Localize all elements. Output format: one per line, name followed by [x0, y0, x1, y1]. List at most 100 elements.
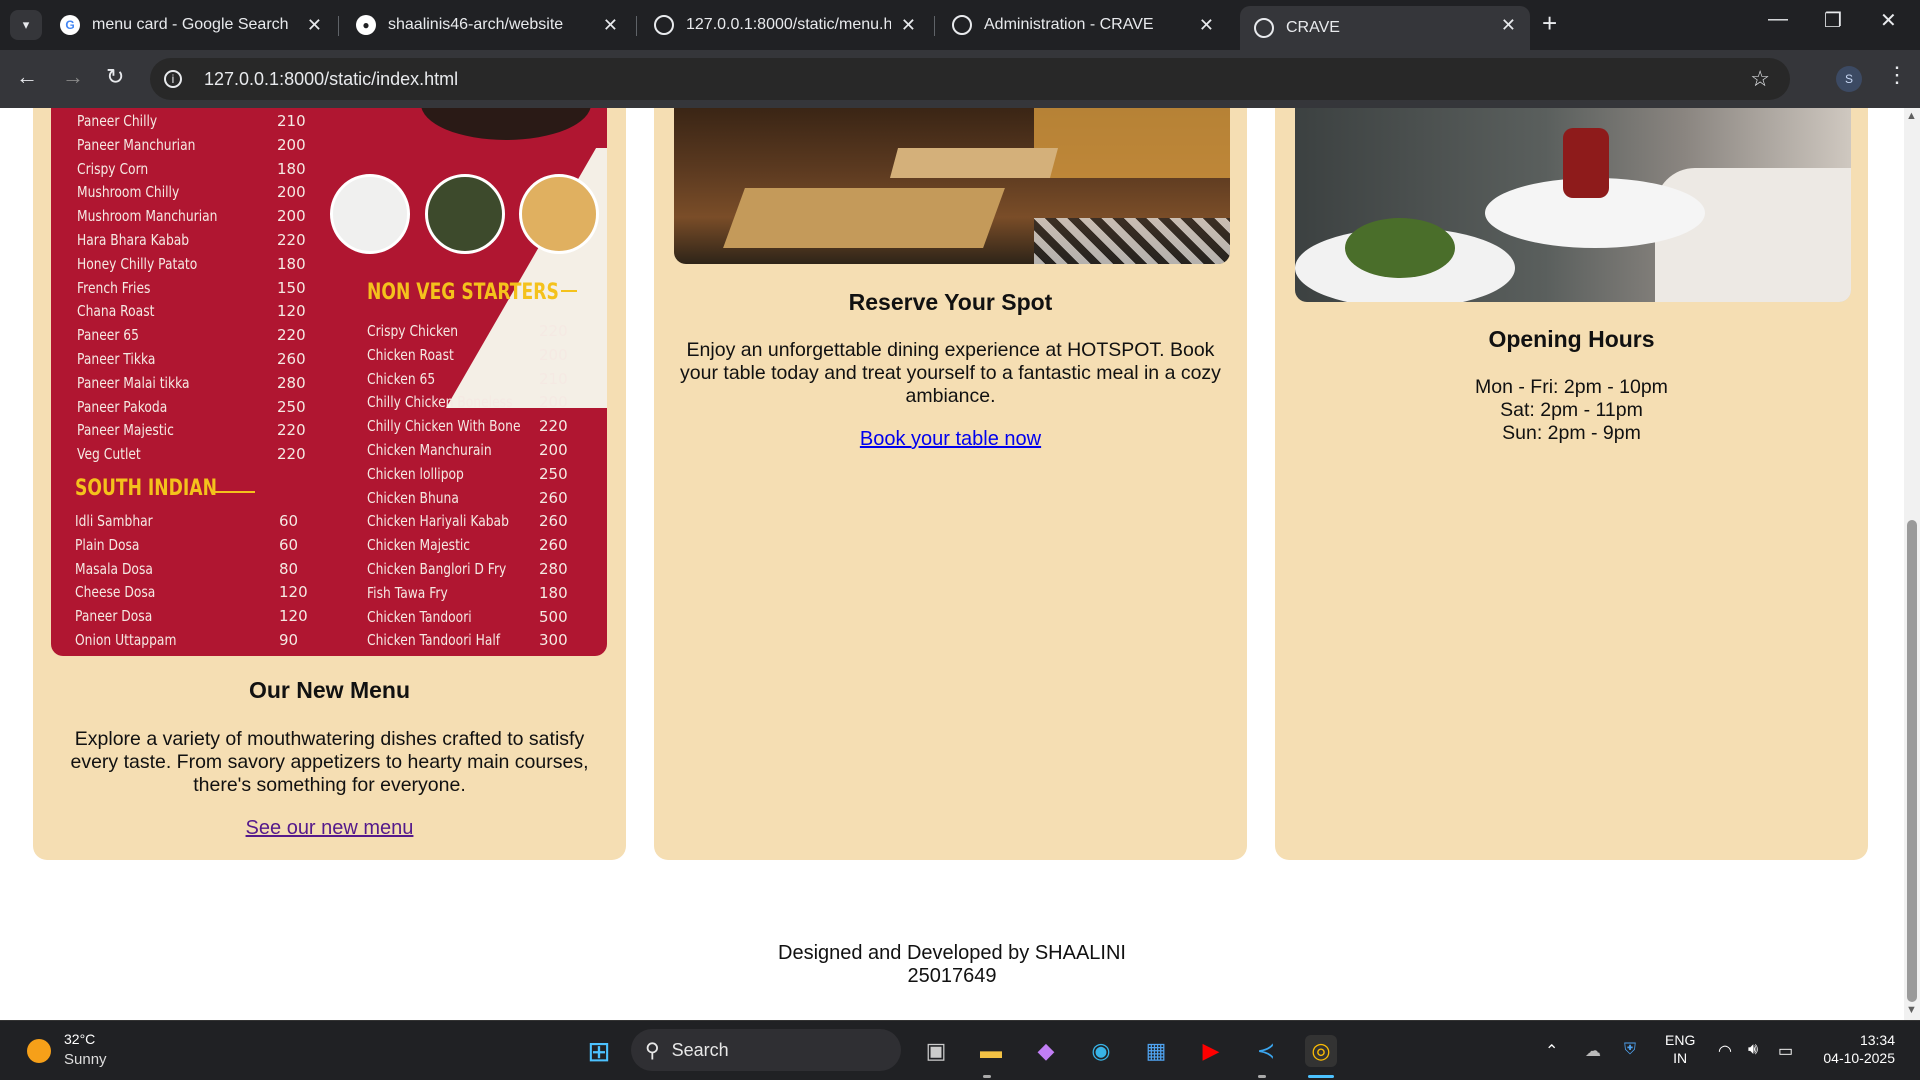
close-icon[interactable]: ✕ — [1199, 15, 1214, 36]
youtube-icon[interactable]: ▶ — [1195, 1035, 1227, 1067]
menu-item-name: Chicken Manchurain — [367, 441, 492, 459]
active-indicator — [1308, 1075, 1334, 1078]
microsoft-store-icon[interactable]: ▦ — [1140, 1035, 1172, 1067]
running-indicator — [983, 1075, 991, 1078]
menu-item-name: Veg Cutlet — [77, 445, 141, 464]
menu-item-price: 260 — [539, 512, 568, 531]
onedrive-icon[interactable]: ☁ — [1585, 1041, 1601, 1061]
new-tab-button[interactable]: + — [1542, 8, 1557, 39]
page-scrollbar[interactable]: ▲ ▼ — [1904, 108, 1920, 1020]
weather-temperature[interactable]: 32°C — [64, 1031, 95, 1047]
menu-item-name: Chicken Banglori D Fry — [367, 560, 507, 578]
volume-icon[interactable]: 🔊︎ — [1748, 1041, 1758, 1059]
reserve-card-text: Enjoy an unforgettable dining experience… — [680, 339, 1221, 407]
server-photo — [1295, 108, 1851, 302]
menu-card-image: Paneer Chilly 210 Paneer Manchurian 200 Cris… — [51, 108, 607, 656]
restore-icon[interactable]: ❐ — [1824, 8, 1842, 33]
weather-description[interactable]: Sunny — [64, 1051, 107, 1068]
close-window-icon[interactable]: ✕ — [1880, 8, 1897, 33]
menu-item-price: 260 — [539, 488, 568, 507]
menu-item-name: Paneer Chilly — [77, 112, 158, 130]
menu-card: Paneer Chilly 210 Paneer Manchurian 200 Cris… — [33, 108, 626, 860]
windows-start-icon[interactable]: ⊞ — [583, 1035, 615, 1067]
close-icon[interactable]: ✕ — [1501, 15, 1516, 36]
tab-administration[interactable]: Administration - CRAVE ✕ — [938, 6, 1228, 44]
menu-item-price: 260 — [277, 350, 306, 368]
scrollbar-thumb[interactable] — [1907, 520, 1917, 1002]
search-icon: ⚲ — [645, 1039, 660, 1062]
menu-item-price: 300 — [539, 631, 568, 650]
clock-time: 13:34 — [1859, 1032, 1895, 1048]
book-table-link[interactable]: Book your table now — [654, 428, 1247, 451]
tab-divider — [934, 16, 935, 36]
table-shape — [889, 148, 1059, 178]
tab-menu-page[interactable]: 127.0.0.1:8000/static/menu.htm ✕ — [640, 6, 930, 44]
tray-overflow-chevron-icon[interactable]: ⌃ — [1545, 1041, 1558, 1061]
tab-crave-active[interactable]: CRAVE ✕ — [1240, 6, 1530, 50]
menu-item-price: 210 — [277, 112, 306, 130]
scroll-down-arrow-icon[interactable]: ▼ — [1906, 1004, 1917, 1016]
scroll-up-arrow-icon[interactable]: ▲ — [1906, 110, 1917, 122]
menu-item-name: Masala Dosa — [75, 559, 153, 578]
address-bar[interactable]: i 127.0.0.1:8000/static/index.html ☆ — [150, 58, 1790, 100]
tab-title: Administration - CRAVE — [984, 16, 1154, 33]
menu-item-price: 210 — [539, 369, 568, 388]
window-light — [1034, 108, 1230, 178]
menu-item-name: Chilly Chicken With Bone — [367, 417, 521, 436]
file-explorer-icon[interactable]: ▬ — [975, 1035, 1007, 1067]
menu-item-name: Paneer Majestic — [77, 421, 174, 440]
edge-icon[interactable]: ◉ — [1085, 1035, 1117, 1067]
menu-card-text: Explore a variety of mouthwatering dishe… — [70, 728, 589, 796]
heading-rule — [211, 491, 255, 493]
menu-item-price: 260 — [539, 536, 568, 555]
tab-github[interactable]: ● shaalinis46-arch/website ✕ — [342, 6, 632, 44]
minimize-icon[interactable]: — — [1768, 8, 1788, 31]
language-indicator[interactable]: ENG IN — [1665, 1031, 1695, 1067]
dessert-shape — [1563, 128, 1609, 198]
menu-item-price: 80 — [279, 559, 299, 578]
copilot-icon[interactable]: ◆ — [1030, 1035, 1062, 1067]
forward-icon[interactable]: → — [62, 64, 84, 90]
back-icon[interactable]: ← — [16, 64, 38, 90]
reload-icon[interactable]: ↻ — [106, 64, 124, 90]
close-icon[interactable]: ✕ — [901, 15, 916, 36]
url-text[interactable]: 127.0.0.1:8000/static/index.html — [204, 69, 458, 90]
chrome-icon[interactable]: ◎ — [1305, 1035, 1337, 1067]
task-view-icon[interactable]: ▣ — [920, 1035, 952, 1067]
server-arm — [1655, 168, 1851, 302]
menu-item-name: Chicken Tandoori Half — [367, 631, 501, 650]
menu-item-price: 180 — [277, 254, 306, 273]
menu-item-name: Mushroom Chilly — [77, 183, 180, 202]
site-info-icon[interactable]: i — [164, 70, 182, 88]
menu-item-name: Paneer Malai tikka — [77, 373, 190, 392]
menu-item-name: Chicken lollipop — [367, 464, 464, 483]
see-new-menu-link[interactable]: See our new menu — [33, 817, 626, 840]
taskbar-search[interactable]: ⚲ Search — [631, 1029, 901, 1071]
globe-icon — [952, 15, 972, 35]
menu-item-price: 120 — [277, 302, 306, 321]
taskbar-clock[interactable]: 13:34 04-10-2025 — [1815, 1031, 1895, 1067]
close-icon[interactable]: ✕ — [603, 15, 618, 36]
menu-item-name: Chicken Tandoori — [367, 607, 472, 626]
menu-item-price: 220 — [277, 445, 306, 464]
menu-item-price: 280 — [539, 560, 568, 578]
wifi-icon[interactable]: ◠ — [1718, 1041, 1732, 1061]
tab-strip: ▾ G menu card - Google Search ✕ ● shaali… — [0, 0, 1920, 50]
close-icon[interactable]: ✕ — [307, 15, 322, 36]
sun-icon[interactable] — [27, 1039, 51, 1063]
tab-google-search[interactable]: G menu card - Google Search ✕ — [46, 6, 336, 44]
browser-menu-icon[interactable]: ⋮ — [1886, 62, 1908, 88]
menu-item-price: 220 — [277, 421, 306, 440]
battery-icon[interactable]: ▭ — [1778, 1041, 1793, 1061]
hours-line: Mon - Fri: 2pm - 10pm — [1475, 376, 1668, 398]
clock-date: 04-10-2025 — [1823, 1050, 1895, 1066]
vscode-icon[interactable]: ≺ — [1250, 1035, 1282, 1067]
menu-item-name: Paneer Pakoda — [77, 397, 168, 416]
menu-item-name: French Fries — [77, 278, 151, 297]
menu-item-price: 250 — [539, 464, 568, 483]
bookmark-star-icon[interactable]: ☆ — [1750, 66, 1770, 92]
profile-avatar[interactable]: S — [1836, 66, 1862, 92]
tab-search-button[interactable]: ▾ — [10, 10, 42, 40]
security-shield-icon[interactable]: ⛨ — [1624, 1041, 1636, 1059]
footer-credit: Designed and Developed by SHAALINI — [778, 942, 1126, 964]
